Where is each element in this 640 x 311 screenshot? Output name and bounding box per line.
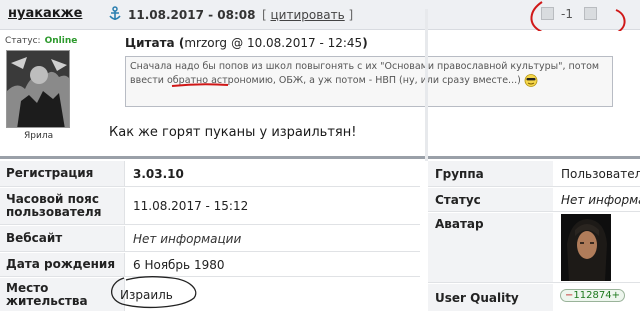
column-separator [425, 9, 428, 161]
profile-row-location: Место жительства Израиль [0, 278, 420, 311]
quality-plus-icon[interactable]: + [612, 290, 620, 301]
profile-row-group: Группа Пользовател [428, 161, 640, 187]
profile-key: Часовой пояс пользователя [0, 188, 125, 224]
quote-header: Цитата (mrzorg @ 10.08.2017 - 12:45) [125, 36, 368, 50]
profile-avatar-image [561, 214, 611, 281]
profile-key: User Quality [428, 284, 553, 311]
avatar[interactable] [6, 50, 70, 128]
quote-date: @ 10.08.2017 - 12:45 [231, 36, 363, 50]
profile-key: Регистрация [0, 161, 125, 186]
profile-value: Пользовател [561, 166, 640, 181]
profile-value: Нет информации [133, 231, 242, 246]
profile-row-status: Статус Нет информа [428, 188, 640, 212]
profile-value: 3.03.10 [133, 166, 184, 181]
profile-key: Статус [428, 188, 553, 211]
quote-button-label[interactable]: цитировать [271, 8, 345, 22]
profile-key: Аватар [428, 213, 553, 282]
profile-value: 11.08.2017 - 15:12 [133, 199, 249, 213]
avatar-caption: Ярила [24, 131, 54, 141]
profile-key: Дата рождения [0, 253, 125, 276]
profile-value: 6 Ноябрь 1980 [133, 257, 225, 272]
post-username[interactable]: нуакакже [8, 6, 82, 21]
profile-row-timezone: Часовой пояс пользователя 11.08.2017 - 1… [0, 188, 420, 225]
nick-annotation-underline [171, 83, 229, 87]
location-annotation-circle [111, 276, 197, 308]
quote-title: Цитата [125, 36, 175, 50]
quote-button[interactable]: [ цитировать ] [262, 8, 353, 22]
quote-author[interactable]: mrzorg [184, 36, 227, 50]
cool-smiley-icon [524, 74, 538, 87]
post-body: Статус: Online Ярила Цитата (mrzorg @ 10.… [0, 31, 640, 150]
profile-row-birthday: Дата рождения 6 Ноябрь 1980 [0, 253, 420, 277]
anchor-icon[interactable] [108, 6, 122, 22]
profile-key: Вебсайт [0, 226, 125, 251]
user-quality-badge[interactable]: −112874+ [560, 289, 625, 302]
user-status: Статус: Online [5, 36, 77, 46]
user-quality-value: 112874 [573, 290, 612, 301]
profile-value: Нет информа [561, 192, 640, 207]
status-label: Статус: [5, 36, 41, 46]
quote-block: Цитата (mrzorg @ 10.08.2017 - 12:45) Сна… [125, 36, 615, 107]
profile-row-website: Вебсайт Нет информации [0, 226, 420, 252]
status-online: Online [44, 36, 78, 46]
post-date: 11.08.2017 - 08:08 [128, 8, 256, 22]
profile-row-registration: Регистрация 3.03.10 [0, 161, 420, 187]
post-text: Как же горят пуканы у израильтян! [109, 125, 357, 140]
section-divider [0, 156, 640, 159]
profile-key: Группа [428, 161, 553, 186]
